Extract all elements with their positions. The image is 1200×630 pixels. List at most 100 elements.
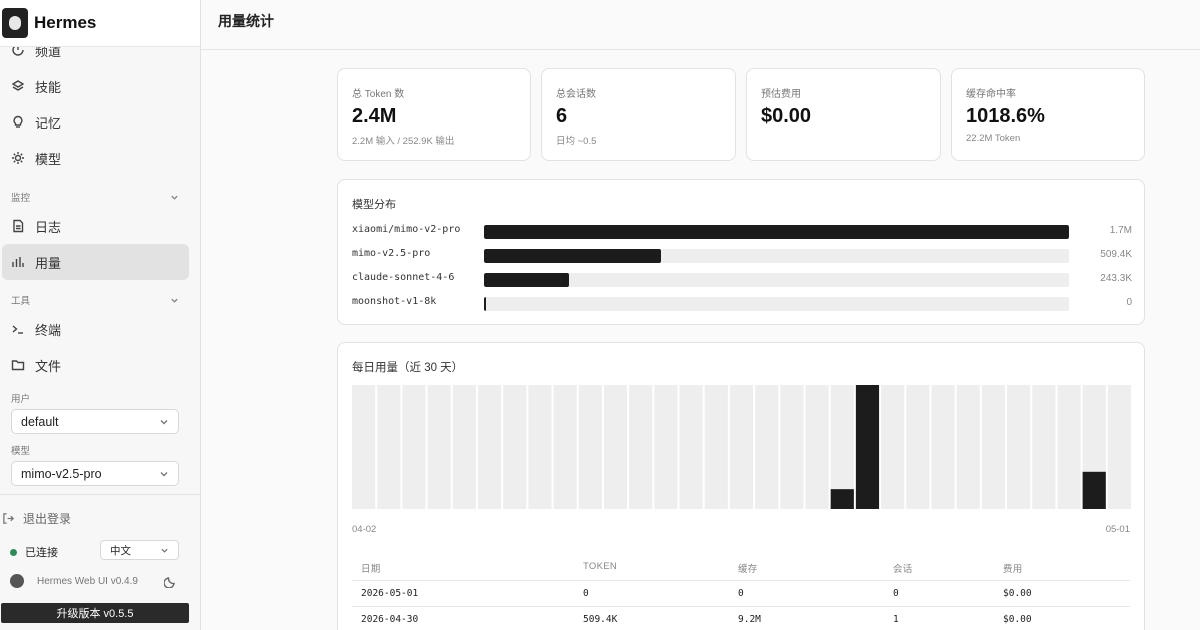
daily-bar-bg [931,385,955,509]
model-bar-fill [484,249,662,263]
stat-card-estimated-cost: 预估费用 $0.00 [746,68,941,161]
github-icon[interactable] [10,574,24,588]
stat-sub: 2.2M 输入 / 252.9K 输出 [352,136,455,147]
user-select[interactable]: default [11,409,179,434]
page-header: 用量统计 [201,0,1200,50]
daily-bar[interactable] [855,385,880,509]
daily-bar-bg [503,385,527,509]
daily-bar[interactable] [830,489,854,509]
layers-icon [11,79,25,93]
daily-bar-bg [805,385,829,509]
sidebar-item-logs[interactable]: 日志 [2,208,189,244]
model-bar-fill [484,273,569,287]
daily-bar-bg [704,385,728,509]
daily-bar-bg [780,385,804,509]
sidebar-item-label: 技能 [35,79,62,95]
daily-bar-bg [452,385,476,509]
sidebar-item-models[interactable]: 模型 [2,140,189,176]
table-header-sessions: 会话 [893,564,913,575]
bar-chart-icon [11,255,25,269]
model-amount: 0 [1126,297,1132,308]
stat-value: 2.4M [352,105,397,127]
stat-sub: 日均 ~0.5 [556,136,597,147]
daily-bar-bg [1032,385,1056,509]
model-name: mimo-v2.5-pro [352,248,431,259]
sidebar-item-terminal[interactable]: 终端 [2,311,189,347]
model-amount: 243.3K [1100,273,1132,284]
version-text: Hermes Web UI v0.4.9 [37,575,138,587]
daily-bar-bg [377,385,401,509]
user-label: 用户 [11,394,31,405]
chevron-down-icon [160,419,168,424]
stat-sub: 22.2M Token [966,133,1021,144]
sidebar-item-usage[interactable]: 用量 [2,244,189,280]
model-name: claude-sonnet-4-6 [352,272,455,283]
stat-label: 预估费用 [761,89,801,100]
daily-bar[interactable] [1082,471,1106,509]
daily-bar-bg [654,385,678,509]
sun-gear-icon [11,151,25,165]
daily-bar-bg [729,385,754,509]
model-row: mimo-v2.5-pro 509.4K [352,248,1132,263]
upgrade-button[interactable]: 升级版本 v0.5.5 [1,603,189,623]
section-tools[interactable]: 工具 [11,293,179,307]
terminal-icon [11,322,25,336]
logout-button[interactable]: 退出登录 [2,509,71,527]
brand-header[interactable]: Hermes [0,0,200,47]
sidebar-item-files[interactable]: 文件 [2,347,189,383]
chevron-down-icon [161,548,168,553]
stat-value: 1018.6% [966,105,1045,127]
daily-usage-card: 每日用量（近 30 天） 04-02 05-01 日期 TOKEN 缓存 会话 … [337,342,1145,630]
lightbulb-icon [11,115,25,129]
model-label: 模型 [11,446,31,457]
brand-title: Hermes [34,13,97,32]
model-row: moonshot-v1-8k 0 [352,296,1132,311]
hermes-logo-icon [2,8,28,38]
table-header-cost: 费用 [1003,564,1023,575]
daily-bar-bg [679,385,703,509]
model-bar-track [484,273,1069,287]
daily-bar-bg [881,385,905,509]
sidebar-item-label: 日志 [35,219,62,235]
stat-card-total-tokens: 总 Token 数 2.4M 2.2M 输入 / 252.9K 输出 [337,68,531,161]
stat-label: 总 Token 数 [352,89,405,100]
model-amount: 1.7M [1109,225,1132,236]
daily-bar-bg [1057,385,1081,509]
model-row: claude-sonnet-4-6 243.3K [352,272,1132,287]
stat-card-total-sessions: 总会话数 6 日均 ~0.5 [541,68,736,161]
sidebar-item-memory[interactable]: 记忆 [2,104,189,140]
x-axis-end-label: 05-01 [1105,524,1130,535]
document-icon [11,219,25,233]
daily-bar-bg [981,385,1006,509]
daily-bar-bg [906,385,930,509]
sidebar-item-label: 模型 [35,151,62,167]
daily-bar-bg [427,385,451,509]
sidebar-item-label: 终端 [35,322,62,338]
sidebar-item-skills[interactable]: 技能 [2,68,189,104]
table-header-date: 日期 [361,564,381,575]
daily-usage-chart [352,385,1131,509]
table-header-token: TOKEN [583,561,618,572]
daily-bar-bg [402,385,426,509]
stat-label: 缓存命中率 [966,89,1016,100]
daily-bar-bg [755,385,779,509]
x-axis-start-label: 04-02 [352,524,377,535]
daily-bar-bg [477,385,502,509]
language-select[interactable]: 中文 [100,540,179,560]
moon-icon[interactable] [163,574,178,589]
stat-value: 6 [556,105,568,127]
stat-card-cache-hit-rate: 缓存命中率 1018.6% 22.2M Token [951,68,1145,161]
model-select[interactable]: mimo-v2.5-pro [11,461,179,486]
model-name: moonshot-v1-8k [352,296,437,307]
page-title: 用量统计 [218,13,274,29]
sidebar-item-label: 文件 [35,358,62,374]
model-name: xiaomi/mimo-v2-pro [352,224,461,235]
daily-usage-title: 每日用量（近 30 天） [352,362,464,374]
daily-bar-bg [629,385,653,509]
connection-status: 已连接 [10,544,58,560]
section-monitor[interactable]: 监控 [11,190,179,204]
folder-icon [11,358,25,372]
model-bar-track [484,225,1069,239]
table-divider [352,606,1130,607]
stat-label: 总会话数 [556,89,596,100]
